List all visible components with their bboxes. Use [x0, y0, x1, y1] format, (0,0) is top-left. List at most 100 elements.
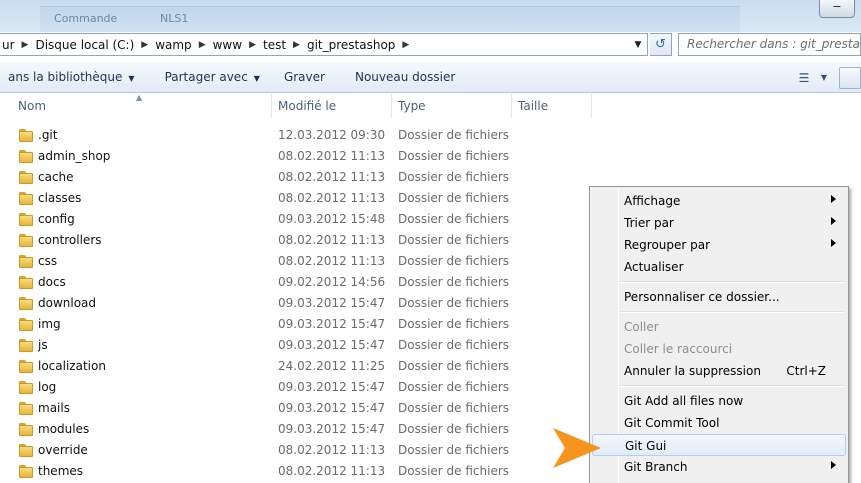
minimize-button[interactable]: −: [819, 0, 855, 18]
folder-icon: [19, 465, 33, 478]
menu-item-label: Git Branch: [624, 460, 688, 474]
command-toolbar: ans la bibliothèque ▼ Partager avec ▼ Grav…: [0, 62, 861, 93]
new-folder-button[interactable]: Nouveau dossier: [347, 70, 463, 84]
background-window-content: Commande NLS1: [40, 6, 740, 32]
view-dropdown-icon[interactable]: ▼: [817, 73, 831, 82]
menu-separator: [620, 311, 844, 313]
menu-item-git-add-all-files-now[interactable]: Git Add all files now: [592, 390, 846, 412]
refresh-icon[interactable]: ↺: [650, 33, 672, 56]
menu-item-git-gui[interactable]: Git Gui: [592, 434, 846, 456]
menu-item-trier-par[interactable]: Trier par: [592, 212, 846, 234]
breadcrumb-wamp[interactable]: wamp: [152, 38, 194, 52]
menu-item-git-commit-tool[interactable]: Git Commit Tool: [592, 412, 846, 434]
help-button[interactable]: [839, 66, 861, 89]
file-modified: 08.02.2012 11:13: [278, 254, 386, 268]
file-modified: 08.02.2012 11:13: [278, 464, 386, 478]
menu-item-label: Regrouper par: [624, 238, 711, 252]
menu-item-label: Coller le raccourci: [624, 342, 733, 356]
menu-item-label: Annuler la suppression: [624, 364, 761, 378]
chevron-right-icon[interactable]: ▶: [18, 40, 33, 50]
folder-icon: [19, 234, 33, 247]
file-modified: 08.02.2012 11:13: [278, 191, 386, 205]
context-menu: Affichage Trier par Regrouper par Actualise…: [589, 186, 849, 483]
menu-item-annuler-la-suppression[interactable]: Annuler la suppression Ctrl+Z: [592, 360, 846, 382]
file-type: Dossier de fichiers: [398, 191, 510, 205]
column-size[interactable]: Taille: [512, 94, 592, 118]
file-row[interactable]: .git 12.03.2012 09:30 Dossier de fichiers: [0, 125, 861, 146]
file-name: download: [38, 296, 97, 310]
file-name: css: [38, 254, 58, 268]
submenu-arrow-icon: [831, 461, 836, 469]
file-modified: 09.03.2012 15:47: [278, 317, 386, 331]
file-type: Dossier de fichiers: [398, 422, 510, 436]
menu-item-label: Personnaliser ce dossier...: [624, 290, 780, 304]
chevron-down-icon: ▼: [128, 74, 135, 83]
file-type: Dossier de fichiers: [398, 317, 510, 331]
folder-icon: [19, 255, 33, 268]
column-modified[interactable]: Modifié le: [272, 94, 392, 118]
file-modified: 09.03.2012 15:47: [278, 338, 386, 352]
file-type: Dossier de fichiers: [398, 275, 510, 289]
file-modified: 09.02.2012 14:56: [278, 275, 386, 289]
menu-item-label: Affichage: [624, 194, 681, 208]
breadcrumb-disk[interactable]: Disque local (C:): [32, 38, 137, 52]
share-with-button[interactable]: Partager avec ▼: [157, 70, 268, 84]
file-modified: 09.03.2012 15:48: [278, 212, 386, 226]
menu-item-coller[interactable]: Coller: [592, 316, 846, 338]
menu-item-label: Actualiser: [624, 260, 684, 274]
column-type[interactable]: Type: [392, 94, 512, 118]
menu-item-label: Git Gui: [625, 439, 667, 453]
file-type: Dossier de fichiers: [398, 359, 510, 373]
file-name: img: [38, 317, 61, 331]
breadcrumb-www[interactable]: www: [210, 38, 245, 52]
file-type: Dossier de fichiers: [398, 380, 510, 394]
breadcrumb-partial[interactable]: ur: [0, 38, 18, 52]
folder-icon: [19, 150, 33, 163]
file-name: docs: [38, 275, 66, 289]
menu-item-affichage[interactable]: Affichage: [592, 190, 846, 212]
menu-item-personnaliser-ce-dossier[interactable]: Personnaliser ce dossier...: [592, 286, 846, 308]
include-in-library-button[interactable]: ans la bibliothèque ▼: [0, 70, 143, 84]
column-name[interactable]: Nom: [12, 94, 272, 118]
file-name: mails: [38, 401, 70, 415]
file-modified: 24.02.2012 11:25: [278, 359, 386, 373]
chevron-right-icon[interactable]: ▶: [245, 40, 260, 50]
share-with-label: Partager avec: [164, 70, 248, 84]
chevron-right-icon[interactable]: ▶: [137, 40, 152, 50]
folder-icon: [19, 339, 33, 352]
view-options-icon[interactable]: ☰: [791, 71, 817, 85]
file-type: Dossier de fichiers: [398, 401, 510, 415]
file-name: config: [38, 212, 75, 226]
file-name: cache: [38, 170, 74, 184]
burn-button[interactable]: Graver: [276, 70, 333, 84]
file-row[interactable]: admin_shop 08.02.2012 11:13 Dossier de fic…: [0, 146, 861, 167]
breadcrumb-git-prestashop[interactable]: git_prestashop: [304, 38, 398, 52]
background-text-2: NLS1: [160, 12, 189, 25]
chevron-right-icon[interactable]: ▶: [289, 40, 304, 50]
breadcrumb-test[interactable]: test: [260, 38, 289, 52]
address-history-dropdown-icon[interactable]: ▼: [631, 36, 645, 54]
chevron-right-icon[interactable]: ▶: [195, 40, 210, 50]
folder-icon: [19, 171, 33, 184]
menu-item-regrouper-par[interactable]: Regrouper par: [592, 234, 846, 256]
file-type: Dossier de fichiers: [398, 149, 510, 163]
menu-separator: [620, 385, 844, 387]
folder-icon: [19, 129, 33, 142]
file-type: Dossier de fichiers: [398, 212, 510, 226]
file-modified: 12.03.2012 09:30: [278, 128, 386, 142]
file-type: Dossier de fichiers: [398, 170, 510, 184]
submenu-arrow-icon: [831, 195, 836, 203]
chevron-right-icon[interactable]: ▶: [398, 40, 413, 50]
menu-item-actualiser[interactable]: Actualiser: [592, 256, 846, 278]
menu-item-coller-le-raccourci[interactable]: Coller le raccourci: [592, 338, 846, 360]
file-name: classes: [38, 191, 82, 205]
search-input[interactable]: Rechercher dans : git_prestashop: [678, 33, 861, 56]
menu-item-git-branch[interactable]: Git Branch: [592, 456, 846, 478]
address-bar[interactable]: ur ▶ Disque local (C:) ▶ wamp ▶ www ▶ te…: [0, 33, 648, 56]
file-name: .git: [38, 128, 58, 142]
submenu-arrow-icon: [831, 217, 836, 225]
file-row[interactable]: cache 08.02.2012 11:13 Dossier de fichiers: [0, 167, 861, 188]
file-name: admin_shop: [38, 149, 111, 163]
background-window: Commande NLS1 −: [0, 0, 861, 32]
include-in-library-label: ans la bibliothèque: [8, 70, 123, 84]
